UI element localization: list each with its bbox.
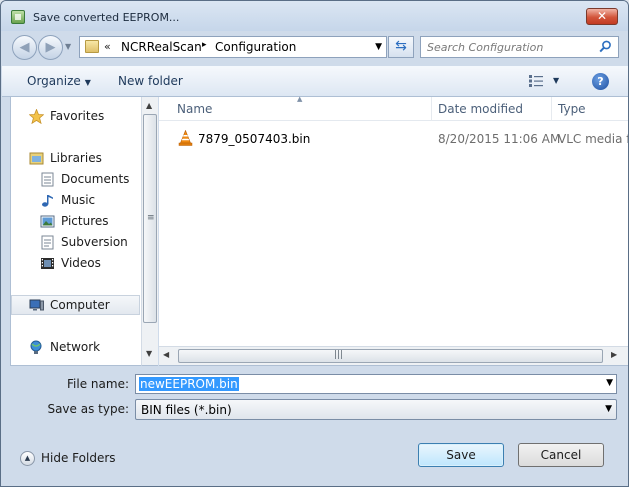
- nav-item-label: Favorites: [50, 109, 105, 123]
- recent-pages-dropdown-icon[interactable]: ▼: [65, 42, 71, 51]
- grip-icon: ≡: [147, 213, 155, 223]
- nav-item-pictures[interactable]: Pictures: [40, 213, 139, 231]
- scroll-thumb[interactable]: |||: [178, 349, 603, 363]
- save-as-type-value: BIN files (*.bin): [141, 403, 232, 417]
- star-icon: [29, 109, 44, 124]
- file-name-dropdown-icon[interactable]: ▼: [606, 378, 613, 388]
- file-type: VLC media f: [558, 132, 629, 146]
- nav-item-music[interactable]: Music: [40, 192, 139, 210]
- scroll-right-icon[interactable]: ▶: [611, 350, 617, 359]
- column-type[interactable]: Type: [558, 102, 586, 116]
- save-as-type-label: Save as type:: [47, 402, 129, 416]
- views-icon[interactable]: [529, 75, 543, 87]
- search-input[interactable]: [427, 39, 595, 55]
- help-icon[interactable]: ?: [592, 73, 609, 90]
- videos-icon: [41, 258, 54, 269]
- address-bar[interactable]: « NCRRealScan ▸ Configuration ▼: [79, 36, 387, 58]
- nav-item-documents[interactable]: Documents: [40, 171, 139, 189]
- nav-item-libraries[interactable]: Libraries: [29, 150, 139, 168]
- music-icon: [42, 195, 53, 207]
- column-divider[interactable]: [431, 97, 432, 121]
- pictures-icon: [40, 215, 55, 228]
- nav-item-label: Network: [50, 340, 101, 354]
- nav-item-label: Computer: [50, 298, 110, 312]
- save-dialog-window: Save converted EEPROM... ✕ ◀ ▶ ▼ « NCRRe…: [0, 0, 629, 487]
- scroll-left-icon[interactable]: ◀: [163, 350, 169, 359]
- nav-item-label: Music: [61, 193, 96, 207]
- address-overflow-icon[interactable]: «: [104, 40, 111, 53]
- file-name: 7879_0507403.bin: [198, 132, 311, 146]
- scroll-up-icon[interactable]: ▲: [146, 101, 152, 110]
- folder-icon: [85, 40, 99, 53]
- breadcrumb-separator-icon[interactable]: ▸: [202, 40, 207, 50]
- collapse-up-icon: ▲: [20, 451, 35, 466]
- save-button[interactable]: Save: [418, 443, 504, 467]
- hide-folders-label: Hide Folders: [41, 451, 116, 465]
- grip-icon: |||: [334, 350, 344, 360]
- toolbar: Organize ▼ New folder ▼ ?: [2, 66, 628, 97]
- views-dropdown-icon[interactable]: ▼: [553, 76, 559, 85]
- save-as-type-select[interactable]: BIN files (*.bin) ▼: [135, 399, 617, 420]
- sort-ascending-icon: ▲: [297, 95, 303, 103]
- scroll-thumb[interactable]: ≡: [143, 114, 157, 323]
- computer-icon: [29, 299, 44, 311]
- organize-button[interactable]: Organize ▼: [27, 74, 91, 88]
- app-icon: [11, 10, 25, 24]
- column-divider[interactable]: [551, 97, 552, 121]
- column-header: ▲ Name Date modified Type: [159, 95, 628, 121]
- column-name[interactable]: Name: [177, 102, 212, 116]
- file-list-horizontal-scrollbar[interactable]: ◀ ||| ▶: [159, 346, 628, 365]
- file-name-field[interactable]: newEEPROM.bin ▼: [135, 374, 617, 394]
- close-button[interactable]: ✕: [586, 8, 618, 25]
- refresh-button[interactable]: ⇆: [388, 36, 414, 58]
- address-dropdown-icon[interactable]: ▼: [375, 42, 382, 52]
- back-button[interactable]: ◀: [12, 35, 37, 60]
- column-date-modified[interactable]: Date modified: [438, 102, 523, 116]
- new-folder-button[interactable]: New folder: [118, 74, 183, 88]
- file-name-value[interactable]: newEEPROM.bin: [139, 377, 239, 391]
- nav-item-label: Subversion: [61, 235, 128, 249]
- save-as-type-dropdown-icon[interactable]: ▼: [605, 404, 612, 414]
- breadcrumb-ncrrealscan[interactable]: NCRRealScan: [121, 40, 202, 54]
- nav-item-videos[interactable]: Videos: [40, 255, 139, 273]
- scroll-down-icon[interactable]: ▼: [146, 349, 152, 358]
- title-bar: Save converted EEPROM... ✕: [1, 1, 628, 31]
- search-box[interactable]: [420, 36, 619, 58]
- organize-caret-icon: ▼: [84, 78, 91, 87]
- window-title: Save converted EEPROM...: [33, 11, 180, 24]
- subversion-icon: [41, 235, 54, 250]
- nav-item-network[interactable]: Network: [29, 339, 139, 357]
- navigation-pane: Favorites Libraries Documents Music Pict…: [10, 97, 141, 366]
- documents-icon: [41, 172, 54, 187]
- search-icon[interactable]: [599, 40, 612, 53]
- file-name-label: File name:: [67, 377, 129, 391]
- nav-item-label: Libraries: [50, 151, 102, 165]
- nav-item-computer[interactable]: Computer: [29, 297, 139, 315]
- libraries-icon: [29, 152, 44, 165]
- network-icon: [30, 340, 42, 354]
- nav-item-label: Videos: [61, 256, 101, 270]
- vlc-cone-icon: [178, 130, 193, 146]
- nav-item-label: Documents: [61, 172, 130, 186]
- nav-item-label: Pictures: [61, 214, 109, 228]
- cancel-button[interactable]: Cancel: [518, 443, 604, 467]
- nav-item-subversion[interactable]: Subversion: [40, 234, 139, 252]
- forward-button[interactable]: ▶: [38, 35, 63, 60]
- file-date: 8/20/2015 11:06 AM: [438, 132, 561, 146]
- organize-label: Organize: [27, 74, 81, 88]
- nav-pane-scrollbar[interactable]: ▲ ≡ ▼: [141, 97, 158, 366]
- file-list-pane: ▲ Name Date modified Type 7879_0507403.b…: [159, 95, 629, 366]
- nav-item-favorites[interactable]: Favorites: [29, 108, 139, 126]
- breadcrumb-configuration[interactable]: Configuration: [215, 40, 296, 54]
